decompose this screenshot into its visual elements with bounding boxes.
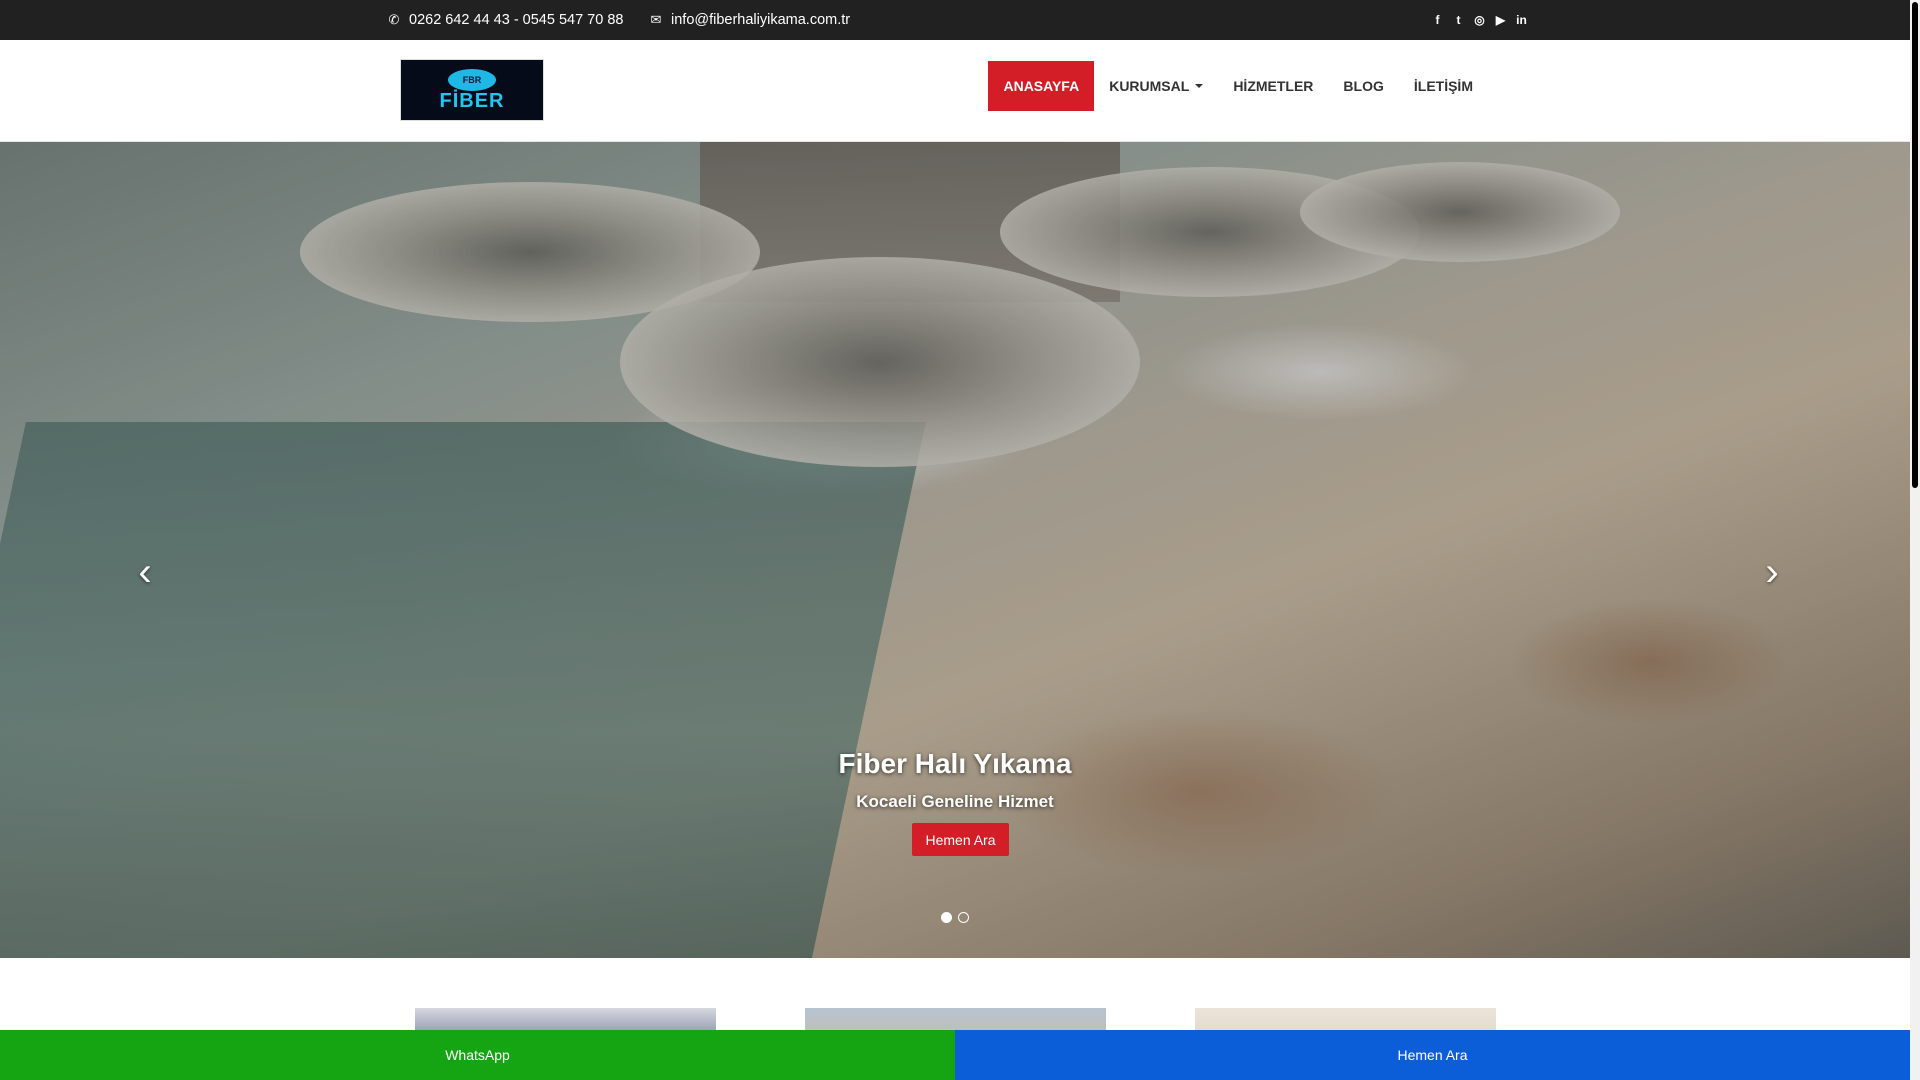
carousel-indicator-2[interactable]	[958, 912, 969, 923]
nav-item-iletisim[interactable]: İLETİŞİM	[1399, 61, 1488, 111]
nav-item-label: KURUMSAL	[1109, 78, 1190, 94]
carousel-prev-button[interactable]: ‹	[115, 542, 175, 602]
page-scrollbar[interactable]	[1910, 0, 1920, 1080]
hero-carousel: ‹ › Fiber Halı Yıkama Kocaeli Geneline H…	[0, 142, 1910, 958]
nav-item-label: BLOG	[1343, 78, 1384, 94]
phone-icon: ✆	[388, 12, 400, 27]
whatsapp-button[interactable]: WhatsApp	[0, 1030, 955, 1080]
youtube-icon[interactable]: ▶	[1495, 13, 1506, 27]
scrollbar-thumb[interactable]	[1912, 2, 1918, 488]
envelope-icon: ✉	[650, 12, 662, 27]
nav-item-label: İLETİŞİM	[1413, 78, 1473, 94]
hero-call-button[interactable]: Hemen Ara	[912, 823, 1009, 856]
logo-word: FİBER	[439, 90, 505, 112]
hero-subtitle: Kocaeli Geneline Hizmet	[856, 792, 1054, 811]
logo-badge: FBR	[448, 69, 496, 91]
nav-item-anasayfa[interactable]: ANASAYFA	[988, 61, 1095, 111]
nav-item-hizmetler[interactable]: HİZMETLER	[1218, 61, 1328, 111]
nav-item-label: ANASAYFA	[1003, 78, 1080, 94]
carousel-indicators	[0, 912, 1910, 923]
site-logo[interactable]: FBR FİBER	[400, 59, 544, 121]
hero-title: Fiber Halı Yıkama	[838, 748, 1072, 779]
social-links: f t ◎ ▶ in	[1432, 0, 1527, 40]
linkedin-icon[interactable]: in	[1516, 13, 1527, 27]
email-address[interactable]: info@fiberhaliyikama.com.tr	[671, 12, 850, 28]
sticky-contact-bar: WhatsApp Hemen Ara	[0, 1030, 1910, 1080]
nav-item-blog[interactable]: BLOG	[1328, 61, 1398, 111]
facebook-icon[interactable]: f	[1432, 13, 1443, 27]
twitter-icon[interactable]: t	[1453, 13, 1464, 27]
carousel-next-button[interactable]: ›	[1742, 542, 1802, 602]
carousel-indicator-1[interactable]	[941, 912, 952, 923]
phone-contact[interactable]: ✆ 0262 642 44 43 - 0545 547 70 88	[385, 0, 624, 40]
main-navbar: FBR FİBER ANASAYFA KURUMSAL HİZMETLER BL…	[0, 40, 1910, 142]
nav-menu: ANASAYFA KURUMSAL HİZMETLER BLOG İLETİŞİ…	[988, 61, 1488, 111]
caret-down-icon	[1195, 84, 1204, 88]
instagram-icon[interactable]: ◎	[1474, 13, 1485, 27]
email-contact[interactable]: ✉ info@fiberhaliyikama.com.tr	[647, 0, 851, 40]
nav-item-label: HİZMETLER	[1233, 78, 1314, 94]
nav-item-kurumsal[interactable]: KURUMSAL	[1094, 61, 1218, 111]
top-bar: ✆ 0262 642 44 43 - 0545 547 70 88 ✉ info…	[0, 0, 1920, 40]
call-now-button[interactable]: Hemen Ara	[955, 1030, 1910, 1080]
phone-number[interactable]: 0262 642 44 43 - 0545 547 70 88	[409, 12, 623, 28]
